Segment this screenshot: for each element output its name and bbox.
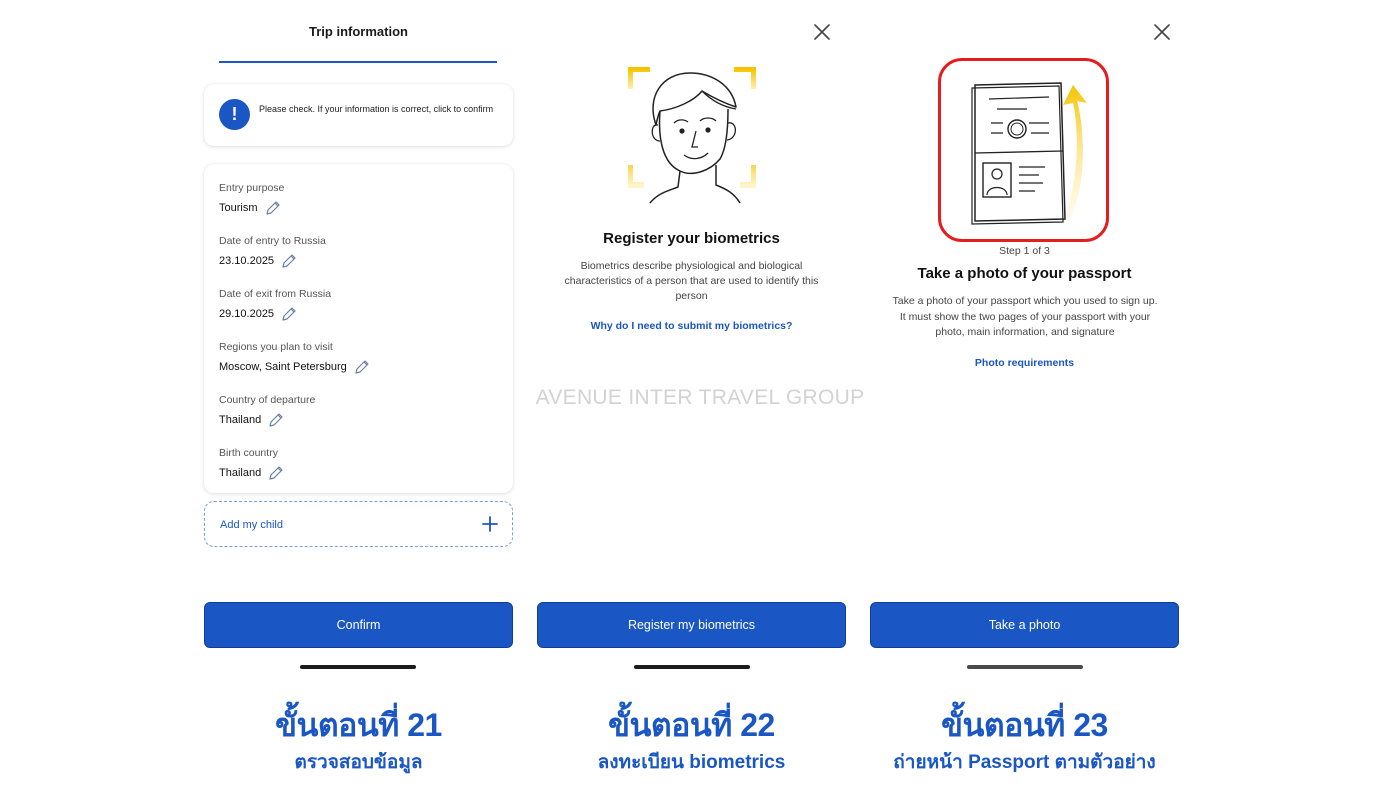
confirm-button[interactable]: Confirm xyxy=(204,602,513,648)
step-22-subheading: ลงทะเบียน biometrics xyxy=(597,752,786,773)
plus-icon xyxy=(482,516,498,532)
field-birth-country: Birth country Thailand xyxy=(219,447,285,482)
home-indicator[interactable] xyxy=(967,665,1083,669)
notice-text: Please check. If your information is cor… xyxy=(259,104,494,114)
field-value: Moscow, Saint Petersburg xyxy=(219,361,347,373)
home-indicator[interactable] xyxy=(634,665,750,669)
biometrics-description: Biometrics describe physiological and bi… xyxy=(564,260,819,302)
close-icon[interactable] xyxy=(1153,23,1171,41)
field-label: Date of exit from Russia xyxy=(219,288,332,300)
field-value: Thailand xyxy=(219,414,262,426)
field-value: Thailand xyxy=(219,467,262,479)
passport-illustration xyxy=(971,82,1087,225)
register-biometrics-button[interactable]: Register my biometrics xyxy=(537,602,846,648)
notice-card: ! Please check. If your information is c… xyxy=(204,84,513,146)
field-regions: Regions you plan to visit Moscow, Saint … xyxy=(219,341,371,376)
step-21-heading: ขั้นตอนที่ 21 xyxy=(275,707,442,743)
step-23-heading: ขั้นตอนที่ 23 xyxy=(941,707,1108,743)
passport-illustration-frame xyxy=(938,58,1109,242)
photo-requirements-link[interactable]: Photo requirements xyxy=(870,357,1179,369)
active-tab-underline xyxy=(219,61,497,63)
close-icon[interactable] xyxy=(813,23,831,41)
home-indicator[interactable] xyxy=(300,665,416,669)
pencil-icon[interactable] xyxy=(353,358,371,376)
field-label: Regions you plan to visit xyxy=(219,341,333,353)
passport-description: Take a photo of your passport which you … xyxy=(892,295,1158,338)
add-child-button[interactable]: Add my child xyxy=(204,501,513,547)
field-label: Date of entry to Russia xyxy=(219,235,326,247)
step-22-heading: ขั้นตอนที่ 22 xyxy=(608,707,775,743)
biometrics-title: Register your biometrics xyxy=(603,230,780,247)
pencil-icon[interactable] xyxy=(267,464,285,482)
watermark: AVENUE INTER TRAVEL GROUP xyxy=(535,386,865,409)
step-21-subheading: ตรวจสอบข้อมูล xyxy=(294,752,423,773)
page-title: Trip information xyxy=(309,24,408,39)
field-label: Entry purpose xyxy=(219,182,285,194)
field-value: 23.10.2025 xyxy=(219,255,275,267)
field-value: 29.10.2025 xyxy=(219,308,275,320)
pencil-icon[interactable] xyxy=(280,252,298,270)
biometrics-info-link[interactable]: Why do I need to submit my biometrics? xyxy=(537,320,846,332)
passport-title: Take a photo of your passport xyxy=(917,265,1132,282)
step-indicator: Step 1 of 3 xyxy=(999,245,1050,257)
face-illustration xyxy=(628,67,756,204)
pencil-icon[interactable] xyxy=(264,199,282,217)
field-label: Country of departure xyxy=(219,394,316,406)
field-exit-date: Date of exit from Russia 29.10.2025 xyxy=(219,288,331,323)
field-label: Birth country xyxy=(219,447,278,459)
take-photo-button[interactable]: Take a photo xyxy=(870,602,1179,648)
step-23-subheading: ถ่ายหน้า Passport ตามตัวอย่าง xyxy=(893,752,1156,773)
field-entry-date: Date of entry to Russia 23.10.2025 xyxy=(219,235,326,270)
field-entry-purpose: Entry purpose Tourism xyxy=(219,182,284,217)
pencil-icon[interactable] xyxy=(267,411,285,429)
exclamation-icon: ! xyxy=(219,99,250,130)
field-value: Tourism xyxy=(219,202,258,214)
trip-info-card: Entry purpose Tourism Date of entry to R… xyxy=(204,164,513,493)
pencil-icon[interactable] xyxy=(280,305,298,323)
field-country-departure: Country of departure Thailand xyxy=(219,394,315,429)
add-child-label: Add my child xyxy=(220,519,283,531)
